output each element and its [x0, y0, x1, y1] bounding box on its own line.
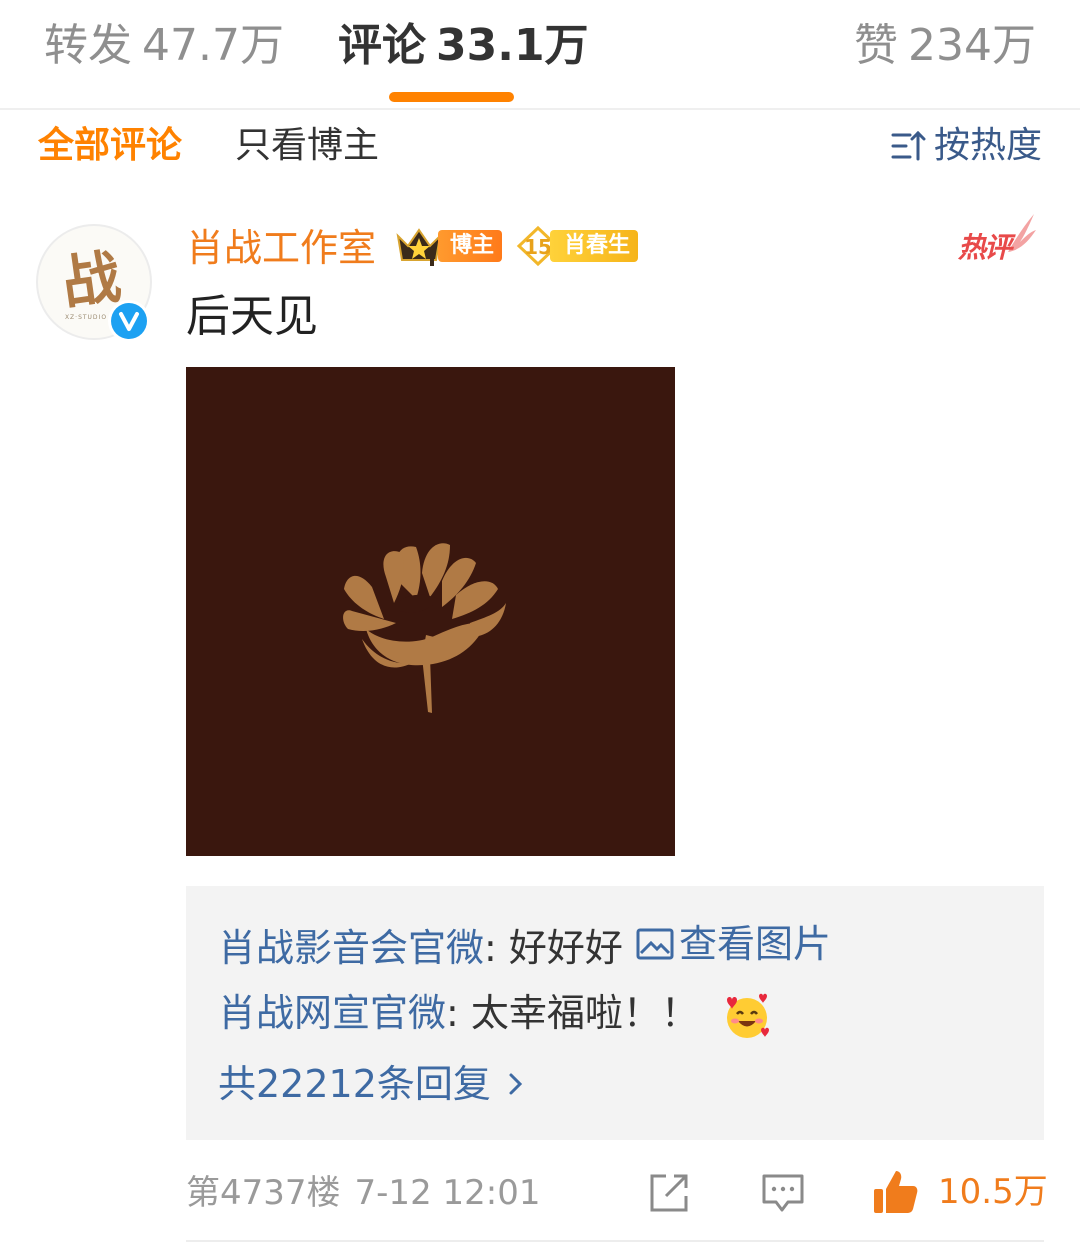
flower-icon	[343, 543, 506, 713]
verified-badge-icon	[108, 300, 150, 342]
view-all-replies-link[interactable]: 共22212条回复	[218, 1058, 525, 1110]
tab-repost[interactable]: 转发 47.7万	[44, 18, 284, 74]
comment-body: 后天见	[186, 291, 318, 342]
sort-by-hot-button[interactable]: 按热度	[890, 122, 1042, 170]
reply-text: 好好好	[508, 926, 623, 970]
svg-text:15: 15	[524, 235, 552, 259]
smiling-face-with-hearts-icon	[727, 993, 770, 1038]
image-icon	[636, 928, 674, 960]
comment-meta: 第4737楼 7-12 12:01	[186, 1170, 541, 1216]
view-image-link[interactable]: 查看图片	[635, 918, 831, 970]
svg-text:XZ·STUDIO: XZ·STUDIO	[65, 314, 107, 321]
share-icon	[650, 1174, 688, 1212]
fan-badge-label: 肖春生	[550, 230, 639, 262]
view-image-label: 查看图片	[679, 922, 832, 966]
tab-like[interactable]: 赞 234万	[854, 18, 1036, 74]
like-count: 10.5万	[938, 1172, 1048, 1212]
chevron-right-icon	[509, 1073, 523, 1095]
hot-comment-badge: 热评	[958, 212, 1038, 268]
reply-text: 太幸福啦！！	[470, 991, 699, 1035]
comment-author-name[interactable]: 肖战工作室	[186, 222, 376, 274]
share-button[interactable]	[646, 1170, 692, 1216]
tab-repost-label: 转发	[44, 20, 132, 71]
active-tab-indicator	[389, 92, 514, 102]
reply-item[interactable]: 肖战影音会官微: 好好好 查看图片	[218, 918, 831, 974]
tab-comment[interactable]: 评论 33.1万	[338, 18, 589, 74]
blogger-badge-label: 博主	[438, 230, 503, 262]
crown-icon	[396, 228, 442, 266]
thumbs-up-icon	[874, 1171, 918, 1213]
filter-blogger-only[interactable]: 只看博主	[235, 122, 379, 170]
comment-time: 7-12 12:01	[354, 1173, 541, 1213]
tab-bar: 转发 47.7万 评论 33.1万 赞 234万	[0, 0, 1080, 110]
reply-count-label: 共22212条回复	[218, 1062, 491, 1106]
floor-number: 第4737楼	[186, 1173, 341, 1213]
reply-author[interactable]: 肖战影音会官微	[218, 926, 484, 970]
hot-comment-label: 热评	[958, 231, 1012, 264]
filter-all-comments[interactable]: 全部评论	[38, 122, 182, 170]
reply-author[interactable]: 肖战网宣官微	[218, 991, 446, 1035]
like-button[interactable]: 10.5万	[870, 1166, 1048, 1218]
fan-level-badge: 15 肖春生	[516, 225, 639, 267]
sort-label: 按热度	[933, 125, 1042, 166]
tab-like-label: 赞	[854, 20, 899, 71]
reply-item[interactable]: 肖战网宣官微: 太幸福啦！！	[218, 987, 773, 1042]
tab-repost-count: 47.7万	[142, 20, 284, 71]
tab-like-count: 234万	[908, 20, 1036, 71]
sort-icon	[891, 130, 926, 161]
reply-button[interactable]	[760, 1170, 806, 1216]
blogger-badge: 博主	[394, 224, 503, 268]
tab-comment-count: 33.1万	[436, 20, 589, 71]
comment-bubble-icon	[762, 1174, 804, 1212]
comment-image[interactable]	[186, 367, 675, 856]
tab-comment-label: 评论	[338, 20, 426, 71]
comment-filter-bar: 全部评论 只看博主 按热度	[0, 112, 1080, 182]
reply-separator: :	[484, 926, 509, 970]
divider	[186, 1240, 1044, 1242]
reply-separator: :	[446, 991, 471, 1035]
